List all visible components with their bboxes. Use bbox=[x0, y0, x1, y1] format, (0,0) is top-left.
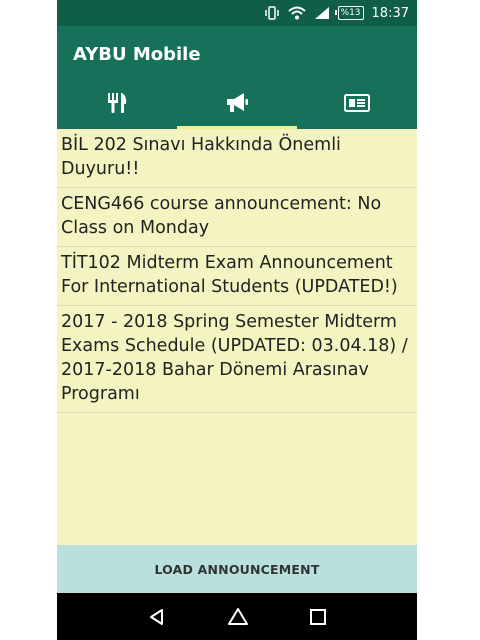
wifi-icon bbox=[287, 6, 306, 20]
list-item[interactable]: BİL 202 Sınavı Hakkında Önemli Duyuru!! bbox=[57, 129, 417, 188]
tab-news[interactable] bbox=[297, 80, 417, 129]
status-time: 18:37 bbox=[371, 5, 409, 21]
battery-level: %13 bbox=[340, 8, 361, 18]
recents-icon[interactable] bbox=[309, 608, 327, 626]
tab-dining[interactable] bbox=[57, 80, 177, 129]
back-icon[interactable] bbox=[147, 607, 167, 627]
app-title: AYBU Mobile bbox=[73, 44, 201, 65]
tab-announcements[interactable] bbox=[177, 80, 297, 129]
announcement-list: BİL 202 Sınavı Hakkında Önemli Duyuru!! … bbox=[57, 129, 417, 413]
list-item[interactable]: CENG466 course announcement: No Class on… bbox=[57, 188, 417, 247]
newspaper-icon bbox=[344, 93, 370, 117]
signal-icon bbox=[314, 6, 330, 20]
restaurant-icon bbox=[105, 92, 129, 118]
status-bar: %13 18:37 bbox=[57, 0, 417, 26]
tab-bar bbox=[57, 80, 417, 129]
navigation-bar bbox=[57, 593, 417, 640]
home-icon[interactable] bbox=[227, 607, 249, 627]
load-announcement-button[interactable]: LOAD ANNOUNCEMENT bbox=[57, 545, 417, 593]
battery-icon: %13 bbox=[334, 6, 364, 20]
phone-screen: %13 18:37 AYBU Mobile BİL 202 Sınavı Hak… bbox=[57, 0, 417, 640]
app-bar: AYBU Mobile bbox=[57, 26, 417, 129]
list-item[interactable]: TİT102 Midterm Exam Announcement For Int… bbox=[57, 247, 417, 306]
megaphone-icon bbox=[224, 92, 250, 118]
vibrate-icon bbox=[264, 6, 280, 20]
list-item[interactable]: 2017 - 2018 Spring Semester Midterm Exam… bbox=[57, 306, 417, 413]
